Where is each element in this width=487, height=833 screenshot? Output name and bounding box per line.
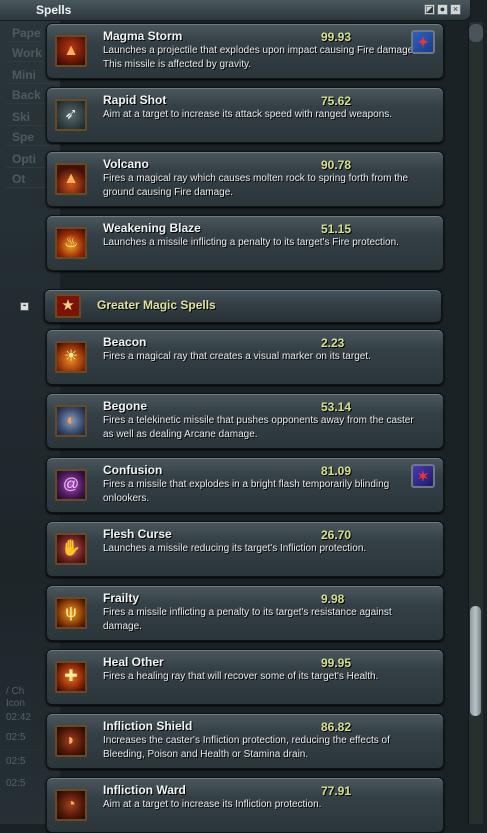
spells-window: Spells ◪ ● × ▲ Magma Storm 99.93 Launche… (0, 0, 487, 833)
spell-card[interactable]: ◐ Begone 53.14 Fires a telekinetic missi… (46, 393, 444, 449)
heal-icon: ✚ (55, 661, 87, 693)
spell-description: Fires a missile inflicting a penalty to … (103, 607, 392, 632)
scrollbar-thumb[interactable] (470, 606, 481, 716)
spell-description: Fires a missile that explodes in a brigh… (103, 479, 390, 504)
spell-name: Flesh Curse (103, 527, 172, 541)
shield-icon: ◗ (55, 725, 87, 757)
spell-name: Begone (103, 399, 148, 413)
section-header-greater-magic[interactable]: ★ Greater Magic Spells (44, 289, 442, 323)
spell-value: 51.15 (321, 222, 352, 236)
spell-value: 99.95 (321, 656, 352, 670)
spell-description: Aim at a target to increase its attack s… (103, 109, 393, 120)
spell-value: 90.78 (321, 158, 352, 172)
spell-card[interactable]: @ Confusion 81.09 Fires a missile that e… (46, 457, 444, 513)
spell-name: Magma Storm (103, 29, 183, 43)
spell-description: Launches a projectile that explodes upon… (103, 45, 416, 70)
spell-name: Confusion (103, 463, 163, 477)
spell-card[interactable]: ✋ Flesh Curse 26.70 Launches a missile r… (46, 521, 444, 577)
spell-value: 86.82 (321, 720, 352, 734)
scroll-up-button[interactable] (469, 24, 483, 42)
spell-card[interactable]: ♨ Weakening Blaze 51.15 Launches a missi… (46, 215, 444, 271)
spell-description: Fires a magical ray which causes molten … (103, 173, 409, 198)
star-icon: ★ (55, 294, 81, 318)
spell-value: 75.62 (321, 94, 352, 108)
section-title: Greater Magic Spells (97, 298, 216, 312)
spell-card[interactable]: ▲ Volcano 90.78 Fires a magical ray whic… (46, 151, 444, 207)
spell-value: 99.93 (321, 30, 352, 44)
spell-description: Fires a healing ray that will recover so… (103, 671, 379, 682)
spell-value: 81.09 (321, 464, 352, 478)
spell-card[interactable]: ◔ Infliction Ward 77.91 Aim at a target … (46, 777, 444, 833)
spell-value: 2.23 (321, 336, 345, 350)
spell-value: 26.70 (321, 528, 352, 542)
spell-name: Beacon (103, 335, 147, 349)
push-icon: ◐ (55, 405, 87, 437)
spell-card[interactable]: ✚ Heal Other 99.95 Fires a healing ray t… (46, 649, 444, 705)
spell-description: Launches a missile reducing its target's… (103, 543, 367, 554)
scrollbar[interactable] (468, 22, 483, 824)
hand-icon: ✋ (55, 533, 87, 565)
spell-card[interactable]: ◗ Infliction Shield 86.82 Increases the … (46, 713, 444, 769)
spell-description: Increases the caster's Infliction protec… (103, 735, 390, 760)
beacon-icon: ☀ (55, 341, 87, 373)
spell-description: Fires a magical ray that creates a visua… (103, 351, 371, 362)
spell-name: Heal Other (103, 655, 164, 669)
spell-name: Infliction Ward (103, 783, 186, 797)
frailty-icon: ψ (55, 597, 87, 629)
spell-value: 53.14 (321, 400, 352, 414)
spell-value: 9.98 (321, 592, 345, 606)
spell-card[interactable]: ψ Frailty 9.98 Fires a missile inflictin… (46, 585, 444, 641)
active-effect-icon: ✶ (411, 464, 435, 488)
ward-icon: ◔ (55, 789, 87, 821)
active-effect-icon: ✦ (411, 30, 435, 54)
flame-icon: ♨ (55, 227, 87, 259)
arrow-icon: ➶ (55, 99, 87, 131)
swirl-icon: @ (55, 469, 87, 501)
spell-name: Weakening Blaze (103, 221, 201, 235)
spell-description: Launches a missile inflicting a penalty … (103, 237, 399, 248)
spell-name: Frailty (103, 591, 140, 605)
volcano-icon: ▲ (55, 163, 87, 195)
spell-name: Infliction Shield (103, 719, 193, 733)
spell-card[interactable]: ➶ Rapid Shot 75.62 Aim at a target to in… (46, 87, 444, 143)
spell-value: 77.91 (321, 784, 352, 798)
spell-card[interactable]: ▲ Magma Storm 99.93 Launches a projectil… (46, 23, 444, 79)
spell-card[interactable]: ☀ Beacon 2.23 Fires a magical ray that c… (46, 329, 444, 385)
spell-list: ▲ Magma Storm 99.93 Launches a projectil… (0, 0, 462, 833)
spell-description: Aim at a target to increase its Inflicti… (103, 799, 322, 810)
spell-name: Volcano (103, 157, 149, 171)
spell-description: Fires a telekinetic missile that pushes … (103, 415, 414, 440)
magma-icon: ▲ (55, 35, 87, 67)
spell-name: Rapid Shot (103, 93, 167, 107)
collapse-toggle[interactable]: - (20, 301, 29, 311)
